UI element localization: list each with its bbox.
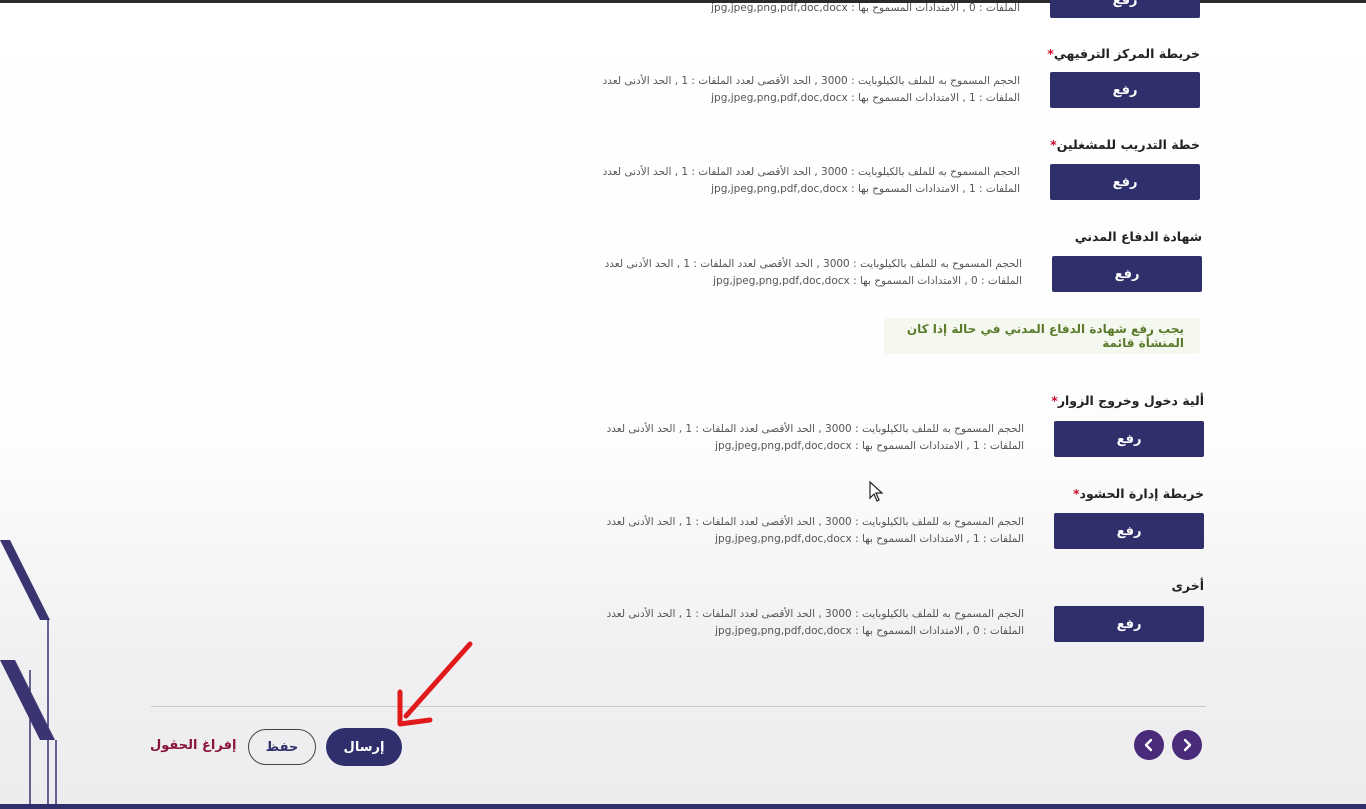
file-constraints-text: الحجم المسموح به للملف بالكيلوبايت : 300… (604, 514, 1024, 548)
upload-button[interactable]: رفع (1054, 421, 1204, 457)
upload-row-recreation-map: خريطة المركز الترفيهي* الحجم المسموح به … (603, 46, 1200, 116)
upload-row-visitor-access: ألية دخول وخروج الزوار* الحجم المسموح به… (607, 393, 1204, 463)
file-constraints-text: الملفات : 0 , الامتدادات المسموح بها : j… (711, 2, 1020, 14)
upload-button[interactable]: رفع (1050, 72, 1200, 108)
constraints-line-2: الملفات : 1 , الامتدادات المسموح بها : j… (715, 533, 1024, 545)
field-label-text: أخرى (1171, 578, 1204, 593)
next-page-button[interactable] (1172, 730, 1202, 760)
upload-button[interactable]: رفع (1050, 0, 1200, 18)
constraints-line-2: الملفات : 1 , الامتدادات المسموح بها : j… (715, 440, 1024, 452)
field-label: أخرى (1171, 578, 1204, 593)
upload-row-civil-defense: شهادة الدفاع المدني الحجم المسموح به للم… (605, 229, 1202, 299)
field-label: ألية دخول وخروج الزوار* (1051, 393, 1204, 408)
upload-row-operator-training: خطة التدريب للمشغلين* الحجم المسموح به ل… (603, 137, 1200, 207)
upload-row-partial: الملفات : 0 , الامتدادات المسموح بها : j… (620, 0, 1200, 20)
chevron-right-icon (1183, 738, 1192, 752)
field-label: خريطة المركز الترفيهي* (1047, 46, 1200, 61)
constraints-line-1: الحجم المسموح به للملف بالكيلوبايت : 300… (606, 608, 1024, 620)
constraints-line-1: الحجم المسموح به للملف بالكيلوبايت : 300… (606, 423, 1024, 435)
form-divider (151, 706, 1206, 707)
field-label: شهادة الدفاع المدني (1075, 229, 1202, 244)
constraints-line-1: الحجم المسموح به للملف بالكيلوبايت : 300… (604, 258, 1022, 270)
upload-row-other: أخرى الحجم المسموح به للملف بالكيلوبايت … (607, 578, 1204, 648)
file-constraints-text: الحجم المسموح به للملف بالكيلوبايت : 300… (602, 256, 1022, 290)
prev-page-button[interactable] (1134, 730, 1164, 760)
upload-row-crowd-management: خريطة إدارة الحشود* الحجم المسموح به للم… (607, 486, 1204, 556)
civil-defense-note: يجب رفع شهادة الدفاع المدني في حالة إذا … (884, 318, 1200, 354)
field-label-text: ألية دخول وخروج الزوار (1057, 393, 1204, 408)
upload-button[interactable]: رفع (1054, 606, 1204, 642)
constraints-line-2: الملفات : 0 , الامتدادات المسموح بها : j… (715, 625, 1024, 637)
constraints-line-2: الملفات : 0 , الامتدادات المسموح بها : j… (713, 275, 1022, 287)
file-constraints-text: الحجم المسموح به للملف بالكيلوبايت : 300… (604, 606, 1024, 640)
mouse-cursor-icon (869, 481, 884, 502)
file-constraints-text: الحجم المسموح به للملف بالكيلوبايت : 300… (600, 73, 1020, 107)
field-label-text: خريطة المركز الترفيهي (1053, 46, 1200, 61)
upload-button[interactable]: رفع (1052, 256, 1202, 292)
constraints-line-2: الملفات : 1 , الامتدادات المسموح بها : j… (711, 92, 1020, 104)
field-label: خريطة إدارة الحشود* (1073, 486, 1204, 501)
field-label-text: شهادة الدفاع المدني (1074, 229, 1202, 244)
decorative-building-graphic (0, 540, 57, 809)
file-constraints-text: الحجم المسموح به للملف بالكيلوبايت : 300… (600, 164, 1020, 198)
constraints-line-1: الحجم المسموح به للملف بالكيلوبايت : 300… (606, 516, 1024, 528)
upload-button[interactable]: رفع (1050, 164, 1200, 200)
clear-fields-link[interactable]: إفراغ الحقول (150, 738, 236, 753)
constraints-line-1: الحجم المسموح به للملف بالكيلوبايت : 300… (602, 166, 1020, 178)
constraints-line-2: الملفات : 1 , الامتدادات المسموح بها : j… (711, 183, 1020, 195)
bottom-bar (0, 804, 1366, 809)
chevron-left-icon (1144, 738, 1153, 752)
file-constraints-text: الحجم المسموح به للملف بالكيلوبايت : 300… (604, 421, 1024, 455)
field-label: خطة التدريب للمشغلين* (1050, 137, 1200, 152)
send-button[interactable]: إرسال (326, 728, 402, 766)
red-arrow-icon (397, 641, 473, 727)
upload-button[interactable]: رفع (1054, 513, 1204, 549)
constraints-line-1: الحجم المسموح به للملف بالكيلوبايت : 300… (602, 75, 1020, 87)
save-button[interactable]: حفظ (248, 729, 316, 765)
field-label-text: خريطة إدارة الحشود (1079, 486, 1204, 501)
field-label-text: خطة التدريب للمشغلين (1056, 137, 1200, 152)
